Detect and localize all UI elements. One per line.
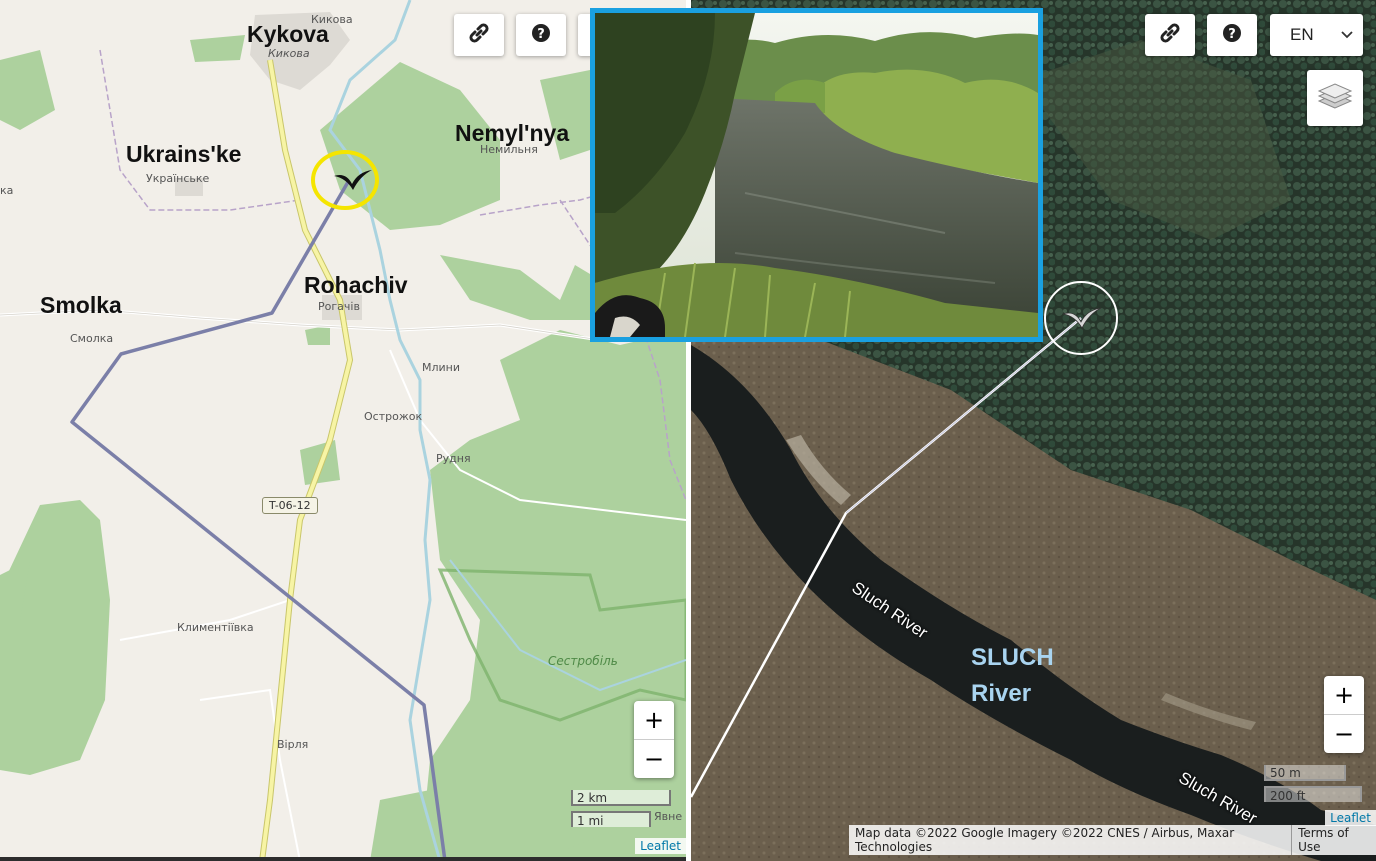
scale-bar-km: 2 km [571,790,671,806]
scale-bar-ft: 200 ft [1264,786,1362,803]
question-circle-icon: ? [1222,23,1242,48]
language-select-value: EN [1290,25,1314,44]
language-select[interactable]: EN [1270,14,1363,56]
zoom-in-button[interactable]: + [1324,676,1364,714]
map-data-attribution: Map data ©2022 Google Imagery ©2022 CNES… [855,826,1235,854]
layers-icon [1317,80,1353,117]
map-label-ukrainske-cyr: Українське [146,172,210,185]
terms-of-use-link[interactable]: Terms of Use [1291,825,1376,855]
question-circle-icon: ? [531,23,551,48]
street-map-canvas [0,0,686,861]
map-label-mlyny: Млини [422,361,461,374]
leaflet-link[interactable]: Leaflet [1330,811,1371,825]
help-button[interactable]: ? [516,14,566,56]
road-shield-t0612: T-06-12 [262,497,318,514]
zoom-out-button[interactable]: − [634,739,674,778]
place-label-ukrainske: Ukrains'ke [126,141,242,167]
place-label-smolka: Smolka [40,292,122,318]
link-icon [1159,22,1181,49]
bird-wing-marker-icon[interactable] [1061,304,1103,335]
sluch-title-line2: River [971,680,1032,707]
place-label-rohachiv: Rohachiv [304,272,408,298]
sluch-title-line1: SLUCH [971,644,1054,671]
leaflet-link[interactable]: Leaflet [640,839,681,853]
leaflet-attribution[interactable]: Leaflet [1325,810,1376,826]
chevron-down-icon [1341,26,1353,44]
map-label-ostrozhok: Острожок [364,410,423,423]
street-map-panel[interactable]: Kykova Ukrains'ke Nemyl'nya Rohachiv Smo… [0,0,686,861]
share-link-button[interactable] [454,14,504,56]
map-label-rudnia: Рудня [436,452,471,465]
bottom-edge [0,857,686,861]
sluch-river-title: SLUCH River [971,640,1054,712]
location-photo[interactable] [590,8,1043,342]
map-label-kykova-cyr-2: Кикова [268,47,310,60]
zoom-out-button[interactable]: − [1324,714,1364,753]
map-label-edge-fragment: ка [0,184,14,197]
leaflet-attribution[interactable]: Leaflet [635,838,686,854]
google-attribution-bar: Map data ©2022 Google Imagery ©2022 CNES… [849,825,1376,855]
scale-bar-m: 50 m [1264,765,1346,781]
svg-text:?: ? [1228,27,1236,42]
map-label-rohachiv-cyr: Рогачів [318,300,360,313]
map-label-virlia: Вірля [277,738,309,751]
river-photo-image [595,13,1038,337]
zoom-control: + − [1324,676,1364,753]
svg-text:?: ? [537,27,545,42]
map-label-klymentiivka: Климентіївка [177,621,254,634]
map-label-kykova-cyr: Кикова [311,13,353,26]
zoom-control: + − [634,701,674,778]
bird-wing-marker-icon[interactable] [332,166,374,197]
help-button[interactable]: ? [1207,14,1257,56]
map-label-nemylnya-cyr: Немильня [480,143,538,156]
zoom-in-button[interactable]: + [634,701,674,739]
layers-button[interactable] [1307,70,1363,126]
map-label-sestrobil: Сестробіль [548,654,618,668]
map-label-smolka-cyr: Смолка [70,332,114,345]
link-icon [468,22,490,49]
scale-bar-mi: 1 mi [571,811,651,828]
map-label-yavne: Явне [654,810,683,823]
share-link-button[interactable] [1145,14,1195,56]
